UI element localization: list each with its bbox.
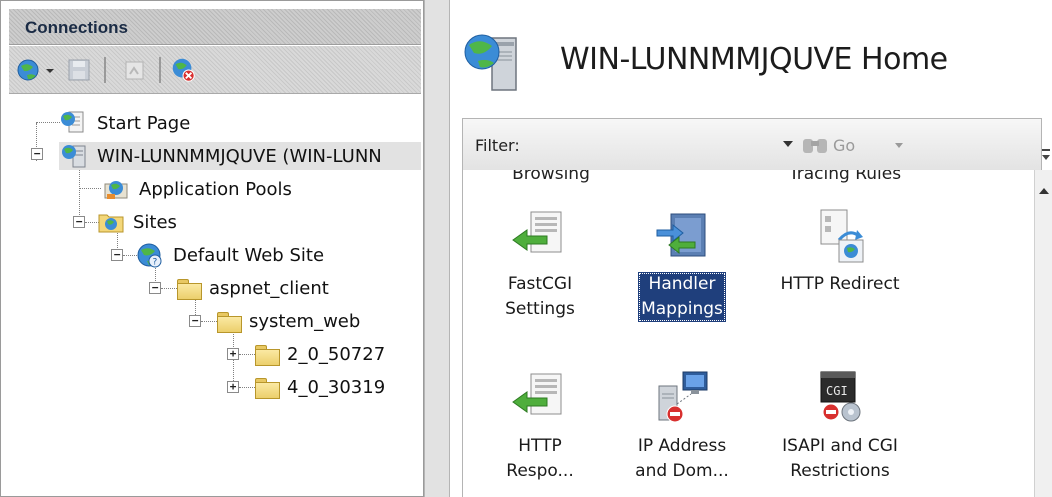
tree-node-system-web[interactable]: system_web bbox=[217, 307, 360, 335]
handler-mappings-icon bbox=[656, 213, 706, 257]
toolbar-separator bbox=[104, 57, 106, 83]
tree-node-application-pools[interactable]: Application Pools bbox=[101, 175, 292, 203]
tree-node-default-web-site[interactable]: ? Default Web Site bbox=[135, 241, 324, 269]
tree-node-label: system_web bbox=[249, 310, 361, 332]
tree-line bbox=[201, 321, 217, 322]
svg-text:CGI: CGI bbox=[826, 384, 848, 398]
feature-handler-mappings[interactable]: Handler Mappings bbox=[617, 206, 747, 322]
connections-pane: Connections − − − − − + + Start Page WIN… bbox=[0, 0, 424, 497]
feature-label: ISAPI and CGI Restrictions bbox=[782, 436, 898, 481]
feature-isapi-cgi-restrictions[interactable]: CGI ISAPI and CGI Restrictions bbox=[765, 368, 915, 484]
filter-label: Filter: bbox=[475, 136, 520, 155]
tree-node-2-0-50727[interactable]: 2_0_50727 bbox=[255, 340, 385, 368]
server-icon bbox=[62, 145, 86, 168]
tree-node-label: Start Page bbox=[97, 112, 191, 134]
features-view: Browsing Tracing Rules FastCGI Settings H… bbox=[462, 170, 1034, 497]
globe-connect-icon[interactable] bbox=[15, 56, 43, 84]
tree-node-label: WIN-LUNNMMJQUVE (WIN-LUNN bbox=[97, 145, 382, 167]
website-globe-icon: ? bbox=[137, 243, 162, 268]
feature-label-cutoff: Tracing Rules bbox=[788, 170, 902, 184]
tree-node-label: Default Web Site bbox=[173, 244, 325, 266]
pane-splitter[interactable] bbox=[424, 0, 450, 497]
ip-address-icon bbox=[658, 371, 708, 423]
collapse-sites-toggle[interactable]: − bbox=[73, 216, 85, 228]
filter-bar: Filter: Go bbox=[462, 118, 1042, 170]
folder-icon bbox=[217, 311, 242, 333]
connect-dropdown-icon[interactable] bbox=[43, 56, 57, 84]
fastcgi-settings-icon bbox=[512, 211, 562, 253]
collapse-server-toggle[interactable]: − bbox=[31, 148, 43, 160]
feature-ip-address-domain[interactable]: IP Address and Dom... bbox=[617, 368, 747, 484]
app-pools-icon bbox=[104, 181, 128, 199]
filter-dropdown-icon[interactable] bbox=[783, 141, 793, 147]
tree-node-server[interactable]: WIN-LUNNMMJQUVE (WIN-LUNN bbox=[59, 142, 421, 170]
expand-4-0-30319-toggle[interactable]: + bbox=[227, 381, 239, 393]
connections-tree: − − − − − + + Start Page WIN-LUNNMMJQUVE… bbox=[9, 95, 421, 495]
scroll-up-arrow-icon[interactable] bbox=[1039, 188, 1049, 194]
feature-label: HTTP Redirect bbox=[780, 274, 900, 294]
tree-node-label: aspnet_client bbox=[209, 277, 329, 299]
feature-label: FastCGI Settings bbox=[505, 274, 575, 319]
expand-2-0-50727-toggle[interactable]: + bbox=[227, 348, 239, 360]
up-level-icon[interactable] bbox=[121, 56, 149, 84]
http-response-icon bbox=[512, 373, 562, 415]
connections-header: Connections bbox=[9, 9, 421, 45]
http-redirect-icon bbox=[820, 209, 864, 263]
feature-label: Handler Mappings bbox=[638, 272, 726, 322]
tree-node-sites[interactable]: Sites bbox=[97, 208, 177, 236]
disconnect-icon[interactable] bbox=[169, 56, 197, 84]
feature-label: HTTP Respo... bbox=[506, 436, 574, 481]
feature-http-redirect[interactable]: HTTP Redirect bbox=[765, 206, 915, 297]
feature-label-cutoff: Browsing bbox=[512, 170, 590, 184]
toolbar-separator bbox=[159, 57, 161, 83]
save-icon[interactable] bbox=[65, 56, 93, 84]
folder-icon bbox=[255, 344, 280, 366]
filter-input[interactable] bbox=[543, 131, 768, 161]
vertical-scrollbar[interactable] bbox=[1034, 170, 1052, 497]
folder-icon bbox=[177, 278, 202, 300]
connections-title: Connections bbox=[25, 18, 128, 37]
feature-fastcgi-settings[interactable]: FastCGI Settings bbox=[475, 206, 605, 322]
tree-node-4-0-30319[interactable]: 4_0_30319 bbox=[255, 373, 385, 401]
binoculars-icon bbox=[803, 139, 827, 153]
collapse-default-site-toggle[interactable]: − bbox=[111, 249, 123, 261]
folder-icon bbox=[255, 377, 280, 399]
start-page-icon bbox=[61, 111, 84, 133]
sites-folder-icon bbox=[98, 214, 124, 233]
tree-node-label: Application Pools bbox=[139, 178, 292, 200]
page-title: WIN-LUNNMMJQUVE Home bbox=[560, 42, 948, 77]
tree-node-label: Sites bbox=[133, 211, 177, 233]
tree-node-aspnet-client[interactable]: aspnet_client bbox=[177, 274, 329, 302]
go-button[interactable]: Go bbox=[801, 131, 855, 159]
tree-node-label: 4_0_30319 bbox=[287, 376, 386, 398]
collapse-aspnet-client-toggle[interactable]: − bbox=[149, 282, 161, 294]
tree-line bbox=[36, 122, 60, 123]
server-globe-icon bbox=[464, 34, 517, 91]
collapse-system-web-toggle[interactable]: − bbox=[189, 315, 201, 327]
tree-line bbox=[161, 288, 177, 289]
tree-line bbox=[79, 188, 101, 189]
tree-node-start-page[interactable]: Start Page bbox=[59, 109, 190, 137]
tree-line bbox=[239, 387, 255, 388]
feature-label: IP Address and Dom... bbox=[635, 436, 729, 481]
isapi-cgi-icon: CGI bbox=[820, 371, 861, 422]
toolbar-overflow-icon[interactable] bbox=[1041, 145, 1051, 165]
connections-toolbar bbox=[9, 46, 421, 94]
tree-node-label: 2_0_50727 bbox=[287, 343, 386, 365]
go-label: Go bbox=[833, 135, 856, 155]
home-pane: WIN-LUNNMMJQUVE Home Filter: Go Browsing… bbox=[450, 0, 1052, 497]
tree-line bbox=[239, 354, 255, 355]
go-dropdown-icon[interactable] bbox=[895, 143, 903, 148]
svg-text:?: ? bbox=[153, 258, 158, 268]
feature-http-response[interactable]: HTTP Respo... bbox=[475, 368, 605, 484]
